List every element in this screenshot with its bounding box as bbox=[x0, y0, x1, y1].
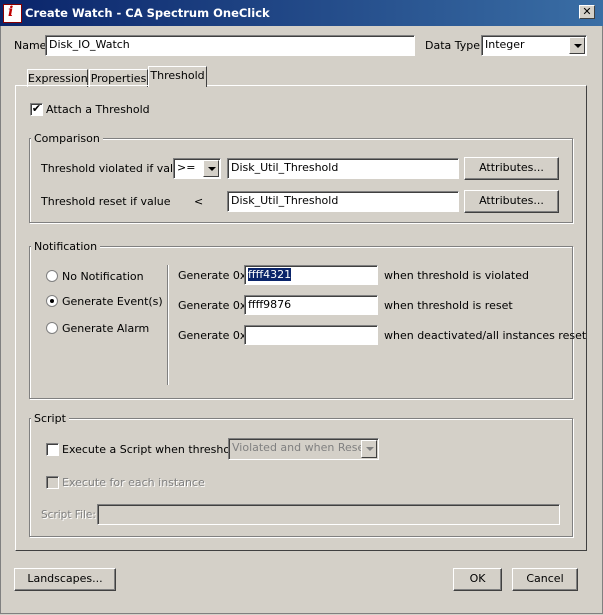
name-input[interactable]: Disk_IO_Watch bbox=[45, 35, 415, 56]
reset-operator: < bbox=[194, 195, 204, 208]
comparison-group-label: Comparison bbox=[31, 132, 103, 145]
radio-generate-events[interactable] bbox=[46, 295, 58, 307]
script-when-value: Violated and when Reset bbox=[232, 441, 369, 454]
violated-label: Threshold violated if value bbox=[41, 162, 187, 175]
generate-prefix-label: Generate 0x bbox=[178, 329, 247, 342]
cancel-button[interactable]: Cancel bbox=[512, 568, 578, 591]
deactivated-event-suffix: when deactivated/all instances reset bbox=[384, 329, 587, 342]
violated-value-input[interactable]: Disk_Util_Threshold bbox=[227, 158, 459, 179]
violated-operator-value: >= bbox=[177, 161, 196, 174]
script-when-select[interactable]: Violated and when Reset bbox=[228, 438, 379, 460]
execute-script-checkbox[interactable] bbox=[46, 443, 59, 456]
generate-prefix-label: Generate 0x bbox=[178, 269, 247, 282]
ok-button[interactable]: OK bbox=[453, 568, 502, 591]
notification-divider bbox=[167, 265, 169, 385]
reset-value-input[interactable]: Disk_Util_Threshold bbox=[227, 191, 459, 212]
radio-no-notification[interactable] bbox=[46, 270, 58, 282]
chevron-down-icon[interactable] bbox=[569, 37, 585, 54]
close-button[interactable]: ✕ bbox=[579, 5, 595, 19]
data-type-label: Data Type bbox=[425, 39, 481, 52]
violated-operator-select[interactable]: >= bbox=[173, 158, 221, 179]
execute-each-instance-checkbox[interactable] bbox=[46, 476, 59, 489]
name-label: Name bbox=[14, 39, 47, 52]
reset-event-suffix: when threshold is reset bbox=[384, 299, 513, 312]
chevron-down-icon[interactable] bbox=[361, 440, 377, 458]
execute-each-instance-label: Execute for each instance bbox=[62, 476, 205, 489]
landscapes-button[interactable]: Landscapes... bbox=[14, 568, 116, 591]
no-notification-label: No Notification bbox=[62, 270, 144, 283]
attach-threshold-label: Attach a Threshold bbox=[46, 103, 150, 116]
script-file-label: Script File: bbox=[41, 509, 96, 521]
data-type-value: Integer bbox=[485, 38, 525, 51]
violated-event-suffix: when threshold is violated bbox=[384, 269, 529, 282]
generate-events-label: Generate Event(s) bbox=[62, 295, 163, 308]
deactivated-event-code-input[interactable] bbox=[244, 325, 378, 345]
script-file-input[interactable] bbox=[97, 504, 560, 525]
tab-joint bbox=[149, 84, 206, 87]
reset-event-code-input[interactable]: ffff9876 bbox=[244, 295, 378, 315]
execute-script-label: Execute a Script when threshold bbox=[62, 443, 241, 456]
violated-attributes-button[interactable]: Attributes... bbox=[464, 157, 559, 180]
generate-prefix-label: Generate 0x bbox=[178, 299, 247, 312]
chevron-down-icon[interactable] bbox=[203, 160, 219, 177]
generate-alarm-label: Generate Alarm bbox=[62, 322, 150, 335]
data-type-select[interactable]: Integer bbox=[481, 35, 587, 56]
app-icon: i bbox=[3, 4, 22, 23]
notification-group-label: Notification bbox=[31, 240, 101, 253]
reset-attributes-button[interactable]: Attributes... bbox=[464, 190, 559, 213]
violated-event-code-input[interactable]: ffff4321 bbox=[244, 265, 378, 285]
reset-label: Threshold reset if value bbox=[41, 195, 171, 208]
violated-event-code: ffff4321 bbox=[248, 268, 292, 281]
radio-generate-alarm[interactable] bbox=[46, 322, 58, 334]
script-group-label: Script bbox=[31, 412, 69, 425]
window-title: Create Watch - CA Spectrum OneClick bbox=[25, 6, 270, 20]
attach-threshold-checkbox[interactable]: ✔ bbox=[30, 103, 43, 116]
